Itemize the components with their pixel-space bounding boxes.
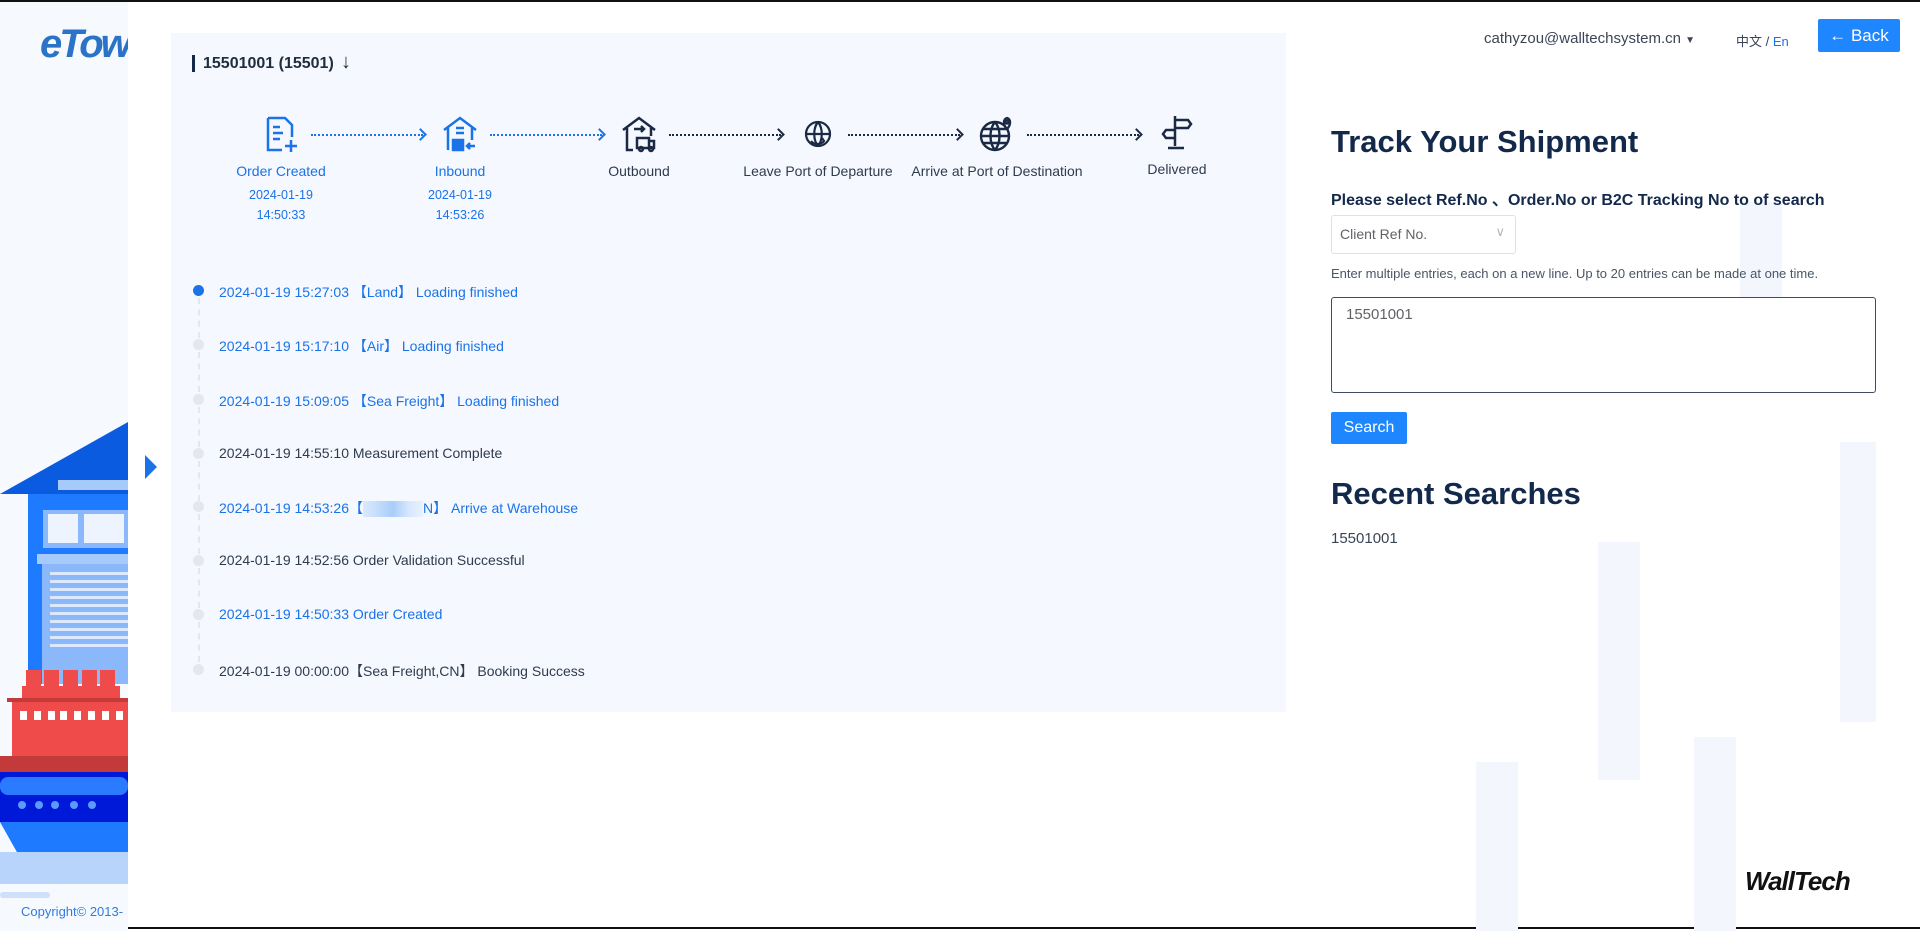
signpost-icon (1161, 116, 1193, 150)
step-delivered: Delivered (1087, 113, 1267, 177)
track-title: Track Your Shipment (1331, 124, 1639, 159)
back-button[interactable]: ← Back (1818, 19, 1900, 52)
step-label: Order Created (236, 163, 326, 179)
step-label: Arrive at Port of Destination (911, 163, 1083, 179)
timeline-event: 2024-01-19 14:52:56 Order Validation Suc… (193, 552, 525, 608)
select-value: Client Ref No. (1340, 226, 1428, 242)
event-text: 2024-01-19 15:09:05 【Sea Freight】 Loadin… (219, 393, 560, 409)
tracking-numbers-input[interactable]: 15501001 (1331, 297, 1876, 393)
warehouse-ship-illustration (0, 422, 128, 898)
globe-pin-icon (979, 116, 1012, 152)
step-time: 14:53:26 (435, 208, 485, 222)
lang-zh[interactable]: 中文 (1736, 34, 1762, 49)
event-text: N】 Arrive at Warehouse (423, 500, 579, 516)
redacted-text (363, 501, 423, 518)
event-text: 2024-01-19 00:00:00【Sea Freight,CN】 Book… (219, 663, 585, 679)
timeline-line (198, 622, 200, 662)
event-text: 2024-01-19 14:52:56 Order Validation Suc… (219, 552, 525, 568)
event-text: 2024-01-19 14:55:10 Measurement Complete (219, 445, 503, 461)
step-date: 2024-01-19 (428, 188, 492, 202)
etower-logo: eTow (40, 22, 128, 66)
language-switch: 中文 / En (1736, 31, 1789, 50)
timeline-dot (193, 285, 204, 296)
document-plus-icon (266, 116, 297, 152)
timeline-line (198, 461, 200, 501)
timeline-event: 2024-01-19 14:53:26【 N】 Arrive at Warehou… (193, 498, 579, 554)
globe-cycle-icon (804, 120, 832, 148)
user-email: cathyzou@walltechsystem.cn (1484, 30, 1681, 47)
event-text: 2024-01-19 15:17:10 【Air】 Loading finish… (219, 338, 504, 354)
timeline-event: 2024-01-19 15:27:03 【Land】 Loading finis… (193, 282, 518, 338)
timeline-dot (193, 664, 204, 675)
step-time: 14:50:33 (256, 208, 306, 222)
search-type-label: Please select Ref.No 、Order.No or B2C Tr… (1331, 192, 1825, 209)
recent-search-item[interactable]: 15501001 (1331, 530, 1398, 547)
timeline-dot (193, 339, 204, 350)
step-label: Inbound (434, 163, 486, 179)
timeline-line (198, 352, 200, 392)
timeline-line (198, 568, 200, 608)
timeline-event: 2024-01-19 15:09:05 【Sea Freight】 Loadin… (193, 391, 560, 447)
search-button[interactable]: Search (1331, 412, 1407, 444)
timeline-event: 2024-01-19 00:00:00【Sea Freight,CN】 Book… (193, 661, 585, 681)
event-text: 2024-01-19 14:53:26【 (219, 500, 363, 516)
step-leave-port: Leave Port of Departure (728, 115, 908, 179)
walltech-logo: WallTech (1745, 866, 1851, 896)
step-label: Delivered (1147, 161, 1207, 177)
lang-en[interactable]: En (1773, 34, 1789, 49)
timeline-event: 2024-01-19 14:50:33 Order Created (193, 606, 443, 662)
caret-down-icon: ▼ (1685, 35, 1696, 46)
timeline-line (198, 407, 200, 447)
step-arrive-port: Arrive at Port of Destination (907, 115, 1087, 179)
copyright-text: Copyright© 2013- (21, 904, 124, 919)
timeline-dot (193, 555, 204, 566)
timeline-dot (193, 394, 204, 405)
chevron-down-icon: ∨ (1495, 224, 1505, 239)
event-text: 2024-01-19 15:27:03 【Land】 Loading finis… (219, 284, 518, 300)
timeline-line (198, 298, 200, 338)
step-inbound: Inbound 2024-01-19 14:53:26 (370, 115, 550, 225)
warehouse-inbound-icon (443, 116, 477, 152)
collapse-panel-arrow-icon[interactable] (145, 455, 157, 479)
step-order-created: Order Created 2024-01-19 14:50:33 (191, 115, 371, 225)
lang-separator: / (1765, 34, 1770, 49)
left-illustration-panel: eTow Copyright© 2013- (0, 2, 128, 931)
step-label: Leave Port of Departure (743, 163, 893, 179)
entries-hint: Enter multiple entries, each on a new li… (1331, 266, 1819, 281)
step-label: Outbound (608, 163, 670, 179)
recent-searches-title: Recent Searches (1331, 476, 1581, 511)
timeline-dot (193, 609, 204, 620)
timeline-event: 2024-01-19 15:17:10 【Air】 Loading finish… (193, 336, 504, 392)
search-type-select[interactable]: Client Ref No. ∨ (1331, 215, 1516, 254)
event-text: 2024-01-19 14:50:33 Order Created (219, 606, 443, 622)
user-menu[interactable]: cathyzou@walltechsystem.cn ▼ (1484, 30, 1695, 47)
order-title: 15501001 (15501) (192, 55, 334, 72)
timeline-dot (193, 501, 204, 512)
timeline-event: 2024-01-19 14:55:10 Measurement Complete (193, 445, 503, 501)
timeline-dot (193, 448, 204, 459)
step-date: 2024-01-19 (249, 188, 313, 202)
arrow-down-icon[interactable]: ↓ (341, 51, 351, 74)
timeline-line (198, 514, 200, 554)
tracking-detail-card: 15501001 (15501) ↓ Order Created 2024-01… (171, 33, 1286, 712)
step-outbound: Outbound (549, 115, 729, 179)
warehouse-truck-icon (622, 116, 656, 153)
